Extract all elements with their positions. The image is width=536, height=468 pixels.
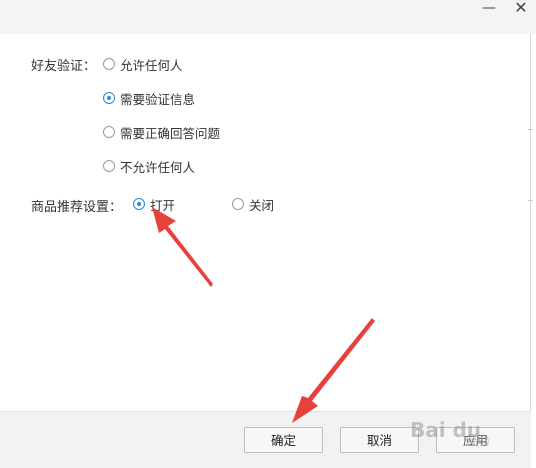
window-right-edge xyxy=(530,34,531,412)
title-bar xyxy=(0,0,536,34)
product-recommendation-label: 商品推荐设置： xyxy=(31,200,123,215)
minimize-icon[interactable]: — xyxy=(474,0,504,18)
close-icon[interactable]: ✕ xyxy=(506,0,536,18)
radio-circle[interactable] xyxy=(103,58,115,70)
radio-circle[interactable] xyxy=(103,126,115,138)
edge-mark xyxy=(528,200,533,201)
edge-mark xyxy=(528,129,533,130)
radio-require-answer[interactable]: 需要正确回答问题 xyxy=(103,123,220,141)
cancel-button[interactable]: 取消 xyxy=(340,427,419,453)
radio-circle[interactable] xyxy=(103,160,115,172)
radio-recommendation-on[interactable]: 打开 xyxy=(133,195,175,213)
radio-require-verification[interactable]: 需要验证信息 xyxy=(103,89,195,107)
radio-label: 允许任何人 xyxy=(120,57,183,73)
apply-button[interactable]: 应用 xyxy=(436,427,515,453)
radio-label: 需要验证信息 xyxy=(120,91,196,107)
radio-circle[interactable] xyxy=(232,198,244,210)
radio-allow-nobody[interactable]: 不允许任何人 xyxy=(103,157,195,175)
radio-recommendation-off[interactable]: 关闭 xyxy=(232,195,274,213)
radio-label: 需要正确回答问题 xyxy=(120,125,221,141)
radio-circle-checked[interactable] xyxy=(133,198,145,210)
friend-verification-label: 好友验证： xyxy=(31,59,97,74)
radio-label: 不允许任何人 xyxy=(120,159,196,175)
radio-allow-anyone[interactable]: 允许任何人 xyxy=(103,55,183,73)
ok-button[interactable]: 确定 xyxy=(244,427,323,453)
radio-circle-checked[interactable] xyxy=(103,92,115,104)
radio-label: 打开 xyxy=(150,197,176,213)
arrow-to-recommendation-on xyxy=(152,207,213,287)
arrow-to-ok-button xyxy=(292,318,375,423)
radio-label: 关闭 xyxy=(249,197,275,213)
